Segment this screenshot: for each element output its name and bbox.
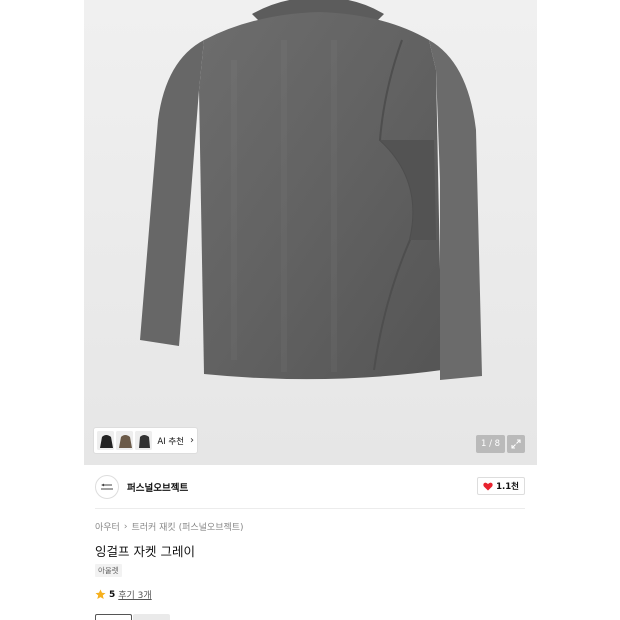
product-image-gallery[interactable] bbox=[84, 0, 537, 465]
ai-thumb-3[interactable] bbox=[135, 431, 153, 450]
brand-logo[interactable] bbox=[95, 475, 119, 499]
product-photo bbox=[140, 0, 482, 380]
ai-recommend-chip[interactable]: AI 추천 › bbox=[94, 428, 197, 453]
expand-icon[interactable] bbox=[507, 435, 525, 453]
divider bbox=[95, 508, 525, 509]
option-tab[interactable] bbox=[133, 614, 170, 620]
breadcrumb: 아우터 › 트러커 재킷 (퍼스널오브젝트) bbox=[95, 520, 244, 534]
outlet-badge: 아울렛 bbox=[95, 564, 122, 577]
ai-thumb-1[interactable] bbox=[97, 431, 115, 450]
chevron-right-icon: › bbox=[190, 435, 194, 446]
brand-name[interactable]: 퍼스널오브젝트 bbox=[127, 480, 188, 494]
star-icon bbox=[95, 589, 106, 599]
chevron-right-icon: › bbox=[123, 521, 128, 532]
ai-recommend-label: AI 추천 bbox=[157, 436, 184, 447]
like-count: 1.1천 bbox=[496, 482, 519, 492]
review-count-link[interactable]: 후기 3개 bbox=[118, 588, 151, 601]
like-button[interactable]: 1.1천 bbox=[477, 477, 525, 495]
product-title: 잉걸프 자켓 그레이 bbox=[95, 544, 195, 559]
breadcrumb-item-category[interactable]: 트러커 재킷 (퍼스널오브젝트) bbox=[131, 520, 243, 533]
image-counter: 1 / 8 bbox=[476, 435, 505, 453]
breadcrumb-item-outer[interactable]: 아우터 bbox=[95, 520, 120, 533]
product-page: AI 추천 › 1 / 8 퍼스널오브젝트 1.1천 아우터 › 트러커 재킷 … bbox=[0, 0, 620, 620]
ai-thumb-2[interactable] bbox=[116, 431, 134, 450]
heart-icon bbox=[483, 482, 493, 490]
rating-score: 5 bbox=[109, 589, 116, 600]
option-tab-selected[interactable] bbox=[95, 614, 132, 620]
rating-row[interactable]: 5 후기 3개 bbox=[95, 588, 152, 601]
brand-row[interactable]: 퍼스널오브젝트 1.1천 bbox=[95, 474, 525, 500]
